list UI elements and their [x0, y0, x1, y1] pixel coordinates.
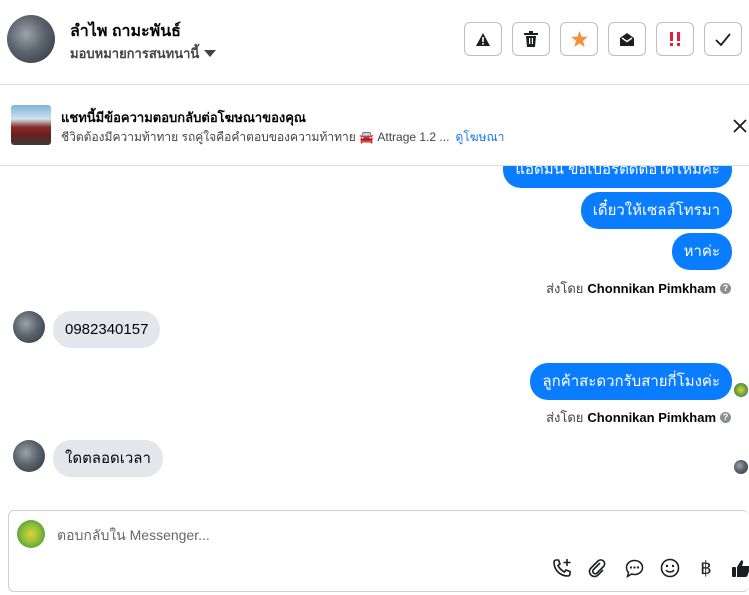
call-button[interactable] — [551, 557, 573, 579]
chat-bubble-icon — [625, 559, 643, 578]
saved-replies-button[interactable] — [623, 557, 645, 579]
message-incoming[interactable]: 0982340157 — [53, 311, 161, 348]
caret-down-icon — [204, 50, 217, 57]
done-button[interactable] — [704, 22, 742, 56]
sent-by-prefix: ส่งโดย — [546, 281, 584, 296]
sent-by-name: Chonnikan Pimkham — [587, 281, 716, 296]
close-banner-button[interactable] — [730, 116, 749, 136]
seen-by-contact-avatar — [734, 460, 748, 474]
message-outgoing[interactable]: เดี๋ยวให้เซลล์โทรมา — [580, 192, 732, 229]
reply-composer[interactable]: ตอบกลับใน Messenger... ฿ — [8, 510, 749, 592]
mark-unread-button[interactable] — [608, 22, 646, 56]
sent-by-name: Chonnikan Pimkham — [587, 410, 716, 425]
baht-icon: ฿ — [700, 557, 712, 578]
seen-by-page-avatar — [734, 383, 748, 397]
phone-add-icon — [553, 559, 571, 577]
trash-icon — [524, 31, 538, 47]
message-outgoing[interactable]: หาค่ะ — [671, 233, 732, 270]
payment-button[interactable]: ฿ — [695, 557, 717, 579]
sent-by-label: ส่งโดย Chonnikan Pimkham ? — [546, 407, 731, 428]
thumbs-up-icon — [732, 559, 749, 577]
ad-description: ชีวิตต้องมีความท้าทาย รถคู่ใจคือคำตอบของ… — [61, 130, 450, 144]
envelope-open-icon — [620, 32, 634, 46]
assign-label: มอบหมายการสนทนานี้ — [70, 46, 200, 61]
checkmark-icon — [715, 32, 731, 46]
ad-banner-title: แชทนี้มีข้อความตอบกลับต่อโฆษณาของคุณ — [61, 110, 306, 125]
conversation-header: ลำไพ ถามะพันธ์ มอบหมายการสนทนานี้ — [0, 0, 749, 85]
emoji-button[interactable] — [659, 557, 681, 579]
message-outgoing[interactable]: แอดมิน ขอเบอร์ติดต่อได้ไหมคะ — [503, 166, 732, 188]
message-thread[interactable]: แอดมิน ขอเบอร์ติดต่อได้ไหมคะ เดี๋ยวให้เซ… — [0, 166, 749, 506]
ad-thumbnail — [11, 105, 51, 145]
help-icon[interactable]: ? — [720, 283, 731, 294]
double-exclamation-icon — [670, 32, 680, 46]
delete-button[interactable] — [512, 22, 550, 56]
sent-by-prefix: ส่งโดย — [546, 410, 584, 425]
attach-button[interactable] — [586, 557, 608, 579]
star-icon — [570, 31, 588, 47]
warning-icon — [476, 32, 490, 46]
sent-by-label: ส่งโดย Chonnikan Pimkham ? — [546, 278, 731, 299]
contact-name[interactable]: ลำไพ ถามะพันธ์ — [70, 19, 181, 44]
close-icon — [733, 119, 747, 133]
priority-button[interactable] — [656, 22, 694, 56]
ad-banner-subtitle: ชีวิตต้องมีความท้าทาย รถคู่ใจคือคำตอบของ… — [61, 128, 504, 147]
reply-input[interactable]: ตอบกลับใน Messenger... — [57, 525, 210, 547]
ad-reply-banner: แชทนี้มีข้อความตอบกลับต่อโฆษณาของคุณ ชีว… — [0, 85, 749, 166]
spam-button[interactable] — [464, 22, 502, 56]
emoji-icon — [660, 558, 680, 578]
contact-avatar-small[interactable] — [13, 311, 45, 343]
paperclip-icon — [588, 559, 606, 578]
like-button[interactable] — [730, 557, 749, 579]
page-avatar — [17, 520, 45, 548]
assign-conversation-dropdown[interactable]: มอบหมายการสนทนานี้ — [70, 43, 217, 64]
contact-avatar-small[interactable] — [13, 440, 45, 472]
contact-avatar[interactable] — [7, 15, 55, 63]
help-icon[interactable]: ? — [720, 412, 731, 423]
message-outgoing[interactable]: ลูกค้าสะดวกรับสายกี่โมงค่ะ — [530, 363, 732, 400]
view-ad-link[interactable]: ดูโฆษณา — [455, 130, 504, 144]
star-button[interactable] — [560, 22, 598, 56]
message-incoming[interactable]: ใดตลอดเวลา — [53, 440, 163, 477]
